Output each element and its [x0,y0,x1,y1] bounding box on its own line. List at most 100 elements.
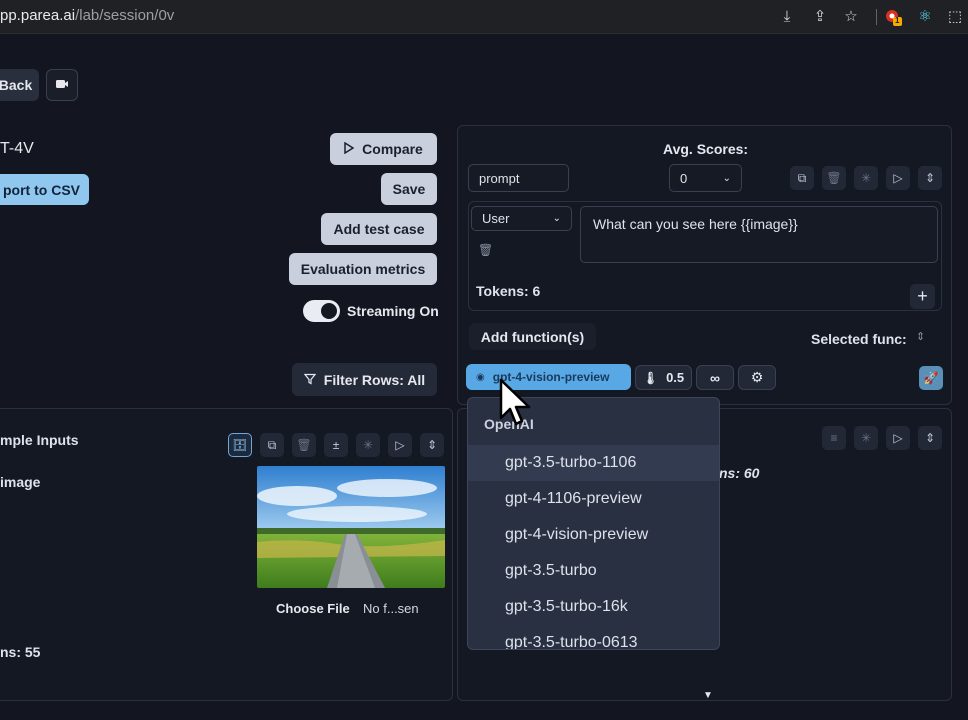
export-csv-label: port to CSV [3,181,80,198]
streaming-label: Streaming On [347,303,439,319]
video-camera-icon [55,77,69,93]
reorder-button[interactable]: ⇕ [420,433,444,457]
toggle-knob [321,303,337,319]
compare-label: Compare [362,141,423,157]
model-option[interactable]: gpt-3.5-turbo [468,553,719,589]
uploaded-image-preview [257,466,445,588]
choose-file-button[interactable]: Choose File [276,601,350,616]
chevrons-up-down-icon: ⇕ [924,431,936,445]
sparkle-icon: ✳ [860,171,872,185]
score-select-value: 0 [680,170,688,186]
share-icon[interactable]: ⇪ [811,8,829,26]
response-align-button[interactable]: ≡ [822,426,846,450]
prompt-name-input[interactable] [468,164,569,192]
copy-icon: ⧉ [797,170,807,185]
magic-button[interactable]: ✳ [356,433,380,457]
prompt-reorder-button[interactable]: ⇕ [918,166,942,190]
message-textarea[interactable]: What can you see here {{image}} [580,206,938,263]
model-select-chip[interactable]: ◉ gpt-4-vision-preview [466,364,631,390]
url-path: /lab/session/0v [75,7,175,24]
address-bar[interactable]: pp.parea.ai/lab/session/0v [0,7,174,24]
run-button[interactable]: ▷ [388,433,412,457]
database-icon-button[interactable]: 🗄 [228,433,252,457]
trash-icon: 🗑 [296,438,312,452]
play-icon: ▷ [395,438,405,452]
add-test-case-button[interactable]: Add test case [321,213,437,245]
rocket-icon: 🚀 [923,371,939,385]
add-message-button[interactable]: + [910,284,935,309]
response-reorder-button[interactable]: ⇕ [918,426,942,450]
filter-icon [303,372,317,388]
prompt-copy-button[interactable]: ⧉ [790,166,814,190]
react-devtools-icon[interactable]: ⚛ [916,8,934,26]
bookmark-star-icon[interactable]: ☆ [842,8,860,26]
max-tokens-button[interactable]: ∞ [696,365,734,390]
model-settings-button[interactable]: ⚙ [738,365,776,390]
prompt-token-count: Tokens: 6 [476,283,541,299]
save-button[interactable]: Save [381,173,437,205]
gear-icon: ⚙ [750,369,764,385]
model-option[interactable]: gpt-4-1106-preview [468,481,719,517]
selected-func-chevrons-icon[interactable]: ⇕ [916,330,925,343]
selected-func-label: Selected func: [811,331,907,347]
model-option[interactable]: gpt-3.5-turbo-16k [468,589,719,625]
scroll-down-icon[interactable]: ▼ [703,690,713,701]
model-option[interactable]: gpt-4-vision-preview [468,517,719,553]
left-token-count: ns: 55 [0,644,41,660]
sample-inputs-label: mple Inputs [0,432,79,448]
database-icon: 🗄 [232,438,248,452]
plus-icon: + [917,286,928,306]
prompt-run-button[interactable]: ▷ [886,166,910,190]
save-label: Save [392,181,426,197]
back-label: Back [0,77,33,93]
chevrons-up-down-icon: ⇕ [924,171,936,185]
response-magic-button[interactable]: ✳ [854,426,878,450]
extensions-icon[interactable]: ⬚ [946,8,964,26]
play-outline-icon [344,141,355,157]
sparkle-icon: ✳ [362,438,374,452]
play-icon: ▷ [893,431,903,445]
align-icon: ≡ [830,431,838,445]
trash-icon: 🗑 [826,171,842,185]
export-csv-button[interactable]: port to CSV [0,174,89,205]
filter-rows-label: Filter Rows: All [323,371,426,388]
add-test-case-label: Add test case [333,221,425,237]
browser-toolbar: pp.parea.ai/lab/session/0v ⤓ ⇪ ☆ 1 ⚛ ⬚ [0,0,968,34]
role-select-value: User [482,211,510,226]
add-functions-button[interactable]: Add function(s) [469,323,596,350]
session-title: T-4V [0,140,34,157]
copy-button[interactable]: ⧉ [260,433,284,457]
streaming-toggle[interactable] [303,300,340,322]
install-app-icon[interactable]: ⤓ [778,8,796,26]
back-button[interactable]: Back [0,69,39,101]
prompt-magic-button[interactable]: ✳ [854,166,878,190]
no-file-chosen-text: No f...sen [363,601,419,616]
sparkle-icon: ✳ [860,431,872,445]
url-host: pp.parea.ai [0,7,76,24]
response-run-button[interactable]: ▷ [886,426,910,450]
evaluation-metrics-button[interactable]: Evaluation metrics [289,253,437,285]
score-select[interactable]: 0 ⌄ [669,164,742,192]
infinity-icon: ∞ [710,369,720,386]
deploy-button[interactable]: 🚀 [919,366,943,390]
message-delete-icon[interactable]: 🗑 [478,243,493,257]
chevron-down-icon: ⌄ [552,213,561,224]
image-variable-label: image [0,474,41,490]
thermometer-icon: 🌡 [642,370,659,385]
model-option[interactable]: gpt-3.5-turbo-0613 [468,625,719,649]
play-icon: ▷ [893,171,903,185]
temperature-button[interactable]: 🌡 0.5 [635,365,692,390]
camera-button[interactable] [46,69,78,101]
add-functions-label: Add function(s) [480,328,585,345]
model-option[interactable]: gpt-3.5-turbo-1106 [468,445,719,481]
chevron-down-icon: ⌄ [722,172,731,184]
delete-button[interactable]: 🗑 [292,433,316,457]
filter-rows-button[interactable]: Filter Rows: All [292,363,437,396]
prompt-delete-button[interactable]: 🗑 [822,166,846,190]
plus-minus-icon: ± [332,438,340,452]
copy-icon: ⧉ [267,437,277,452]
evaluation-metrics-label: Evaluation metrics [300,261,426,277]
plus-minus-button[interactable]: ± [324,433,348,457]
compare-button[interactable]: Compare [330,133,437,165]
role-select[interactable]: User ⌄ [471,206,572,231]
